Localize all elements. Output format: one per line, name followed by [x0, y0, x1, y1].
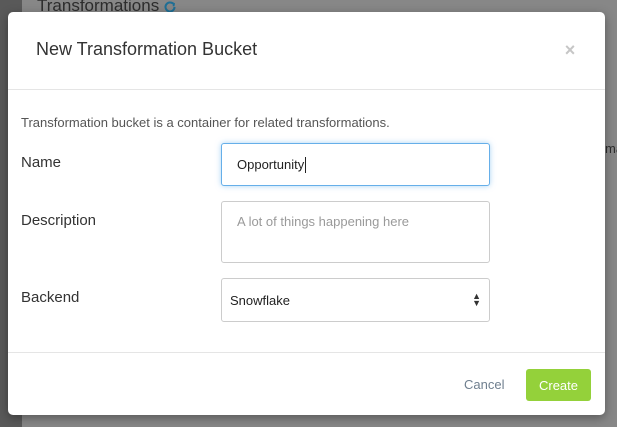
description-label: Description — [21, 212, 97, 229]
modal-body: Transformation bucket is a container for… — [8, 90, 605, 352]
select-arrows-icon: ▲ ▼ — [472, 291, 481, 308]
create-button[interactable]: Create — [526, 369, 591, 401]
backend-select-value: Snowflake — [230, 292, 290, 308]
backend-label: Backend — [21, 289, 80, 306]
modal-header: New Transformation Bucket × — [8, 12, 605, 90]
cancel-button[interactable]: Cancel — [464, 377, 504, 392]
modal-title: New Transformation Bucket — [36, 39, 258, 59]
new-transformation-bucket-modal: New Transformation Bucket × Transformati… — [8, 12, 605, 415]
name-input-value: Opportunity — [237, 157, 305, 172]
modal-footer: Cancel Create — [8, 352, 605, 415]
name-input[interactable]: Opportunity — [221, 143, 490, 186]
background-side-text: ma — [605, 141, 617, 156]
text-caret — [305, 156, 307, 173]
intro-text: Transformation bucket is a container for… — [21, 115, 390, 130]
name-label: Name — [21, 154, 62, 171]
description-textarea[interactable]: A lot of things happening here — [221, 201, 490, 263]
description-placeholder: A lot of things happening here — [237, 214, 410, 229]
close-button[interactable]: × — [561, 40, 579, 60]
backend-select[interactable]: Snowflake ▲ ▼ — [221, 278, 490, 322]
